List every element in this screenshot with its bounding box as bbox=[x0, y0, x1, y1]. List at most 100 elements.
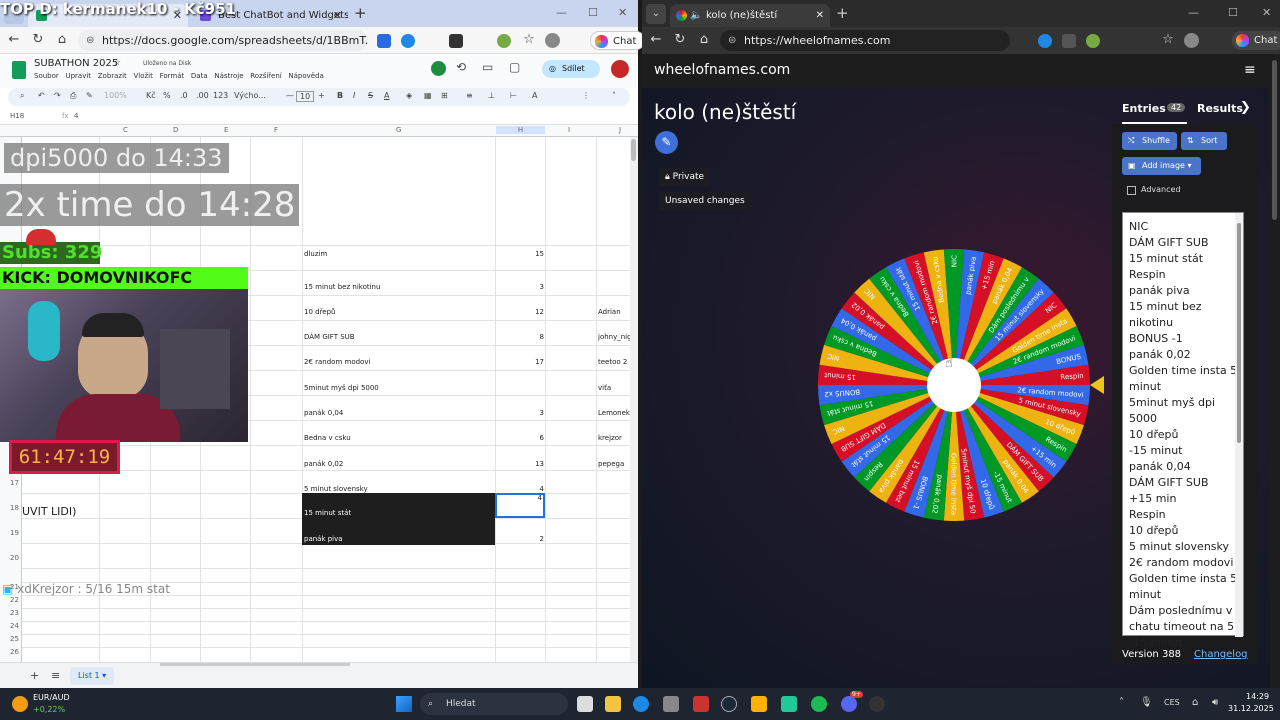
store-icon[interactable] bbox=[663, 696, 679, 712]
cell-j[interactable]: krejzor bbox=[598, 434, 622, 442]
horizontal-align-icon[interactable]: ≡ bbox=[466, 91, 473, 100]
cell-h[interactable]: 3 bbox=[500, 283, 544, 291]
cell-g[interactable]: 15 minut stát bbox=[304, 509, 351, 517]
entry-line[interactable]: Dám poslednímu v bbox=[1123, 603, 1243, 619]
app-icon[interactable] bbox=[781, 696, 797, 712]
private-badge[interactable]: 🔒︎ Private bbox=[659, 168, 711, 186]
tab-actions-icon[interactable]: ⌄ bbox=[646, 4, 666, 24]
home-icon[interactable]: ⌂ bbox=[54, 32, 70, 48]
menu-item[interactable]: Nápověda bbox=[288, 72, 323, 80]
history-icon[interactable]: ⟲ bbox=[456, 60, 466, 74]
cell-h[interactable]: 4 bbox=[500, 485, 544, 493]
more-formats-icon[interactable]: 123 bbox=[213, 91, 228, 100]
cell-g[interactable]: panák piva bbox=[304, 535, 343, 543]
row-number[interactable]: 24 bbox=[10, 622, 19, 630]
cell-g[interactable]: panák 0,02 bbox=[304, 460, 343, 468]
cell-h[interactable]: 8 bbox=[500, 333, 544, 341]
text-rotate-icon[interactable]: A bbox=[532, 91, 537, 100]
back-icon[interactable]: ← bbox=[6, 32, 22, 48]
new-tab-button[interactable]: + bbox=[354, 4, 367, 22]
fill-color-icon[interactable]: ◈ bbox=[406, 91, 412, 100]
cell-h[interactable]: 2 bbox=[500, 535, 544, 543]
page-scrollbar[interactable] bbox=[1270, 54, 1280, 688]
entry-line[interactable]: 2€ random modovi bbox=[1123, 555, 1243, 571]
menu-item[interactable]: Formát bbox=[160, 72, 185, 80]
cell-g[interactable]: 5 minut slovensky bbox=[304, 485, 368, 493]
formula-input[interactable]: 4 bbox=[74, 112, 78, 120]
comment-icon[interactable]: ▭ bbox=[482, 60, 493, 74]
menu-item[interactable]: Upravit bbox=[65, 72, 91, 80]
cell-j[interactable]: teetoo 2 bbox=[598, 358, 627, 366]
entries-textarea[interactable]: NIC DÁM GIFT SUB 15 minut stát Respin panák … bbox=[1122, 212, 1244, 649]
entry-line[interactable]: panák 0,02 bbox=[1123, 347, 1243, 363]
entry-line[interactable]: nikotinu bbox=[1123, 315, 1243, 331]
video-call-icon[interactable]: ▢ bbox=[509, 60, 520, 74]
start-icon[interactable] bbox=[396, 696, 412, 712]
file-explorer-icon[interactable] bbox=[605, 696, 621, 712]
undo-icon[interactable]: ↶ bbox=[38, 91, 45, 100]
extension-icon[interactable] bbox=[1062, 34, 1076, 48]
cell-g[interactable]: DÁM GIFT SUB bbox=[304, 333, 355, 341]
all-sheets-icon[interactable]: ≡ bbox=[51, 669, 60, 682]
site-logo[interactable]: wheelofnames.com bbox=[654, 62, 790, 78]
cell-g[interactable]: panák 0,04 bbox=[304, 409, 343, 417]
hamburger-menu-icon[interactable]: ≡ bbox=[1244, 62, 1256, 78]
maximize-button[interactable]: ☐ bbox=[588, 6, 598, 19]
spinning-wheel[interactable]: 2€ random modovi5 minut slovensky10 dřep… bbox=[817, 248, 1091, 522]
column-header[interactable]: E bbox=[224, 126, 228, 134]
minimize-button[interactable]: — bbox=[1188, 6, 1199, 19]
vertical-align-icon[interactable]: ⊥ bbox=[488, 91, 495, 100]
entry-line[interactable]: 5minut myš dpi 5000 bbox=[1123, 395, 1243, 427]
cell-h[interactable]: 15 bbox=[500, 250, 544, 258]
more-icon[interactable]: ⋮ bbox=[582, 91, 590, 100]
row-number[interactable]: 18 bbox=[10, 504, 19, 512]
share-button[interactable]: ◎ Sdílet bbox=[542, 60, 600, 78]
add-image-button[interactable]: ▣ Add image ▾ bbox=[1122, 157, 1201, 175]
search-menus-icon[interactable]: ⌕ bbox=[20, 91, 24, 101]
entry-line[interactable]: BONUS -1 bbox=[1123, 331, 1243, 347]
entry-line[interactable]: 15 minut bez bbox=[1123, 299, 1243, 315]
collapse-panel-icon[interactable]: ❯ bbox=[1240, 100, 1251, 115]
entry-line[interactable]: minut bbox=[1123, 587, 1243, 603]
sheet-tab[interactable]: List 1 ▾ bbox=[70, 667, 115, 685]
entry-line[interactable]: +15 min bbox=[1123, 491, 1243, 507]
column-header[interactable]: G bbox=[396, 126, 401, 134]
edit-title-icon[interactable]: ✎ bbox=[655, 131, 678, 154]
entry-line[interactable]: Respin bbox=[1123, 267, 1243, 283]
font-size-field[interactable]: 10 bbox=[296, 91, 315, 102]
text-wrap-icon[interactable]: ⊢ bbox=[510, 91, 517, 100]
menu-item[interactable]: Soubor bbox=[34, 72, 59, 80]
print-icon[interactable]: ⎙ bbox=[70, 91, 76, 101]
copilot-chat-button[interactable]: Chat bbox=[590, 31, 646, 50]
sheets-logo-icon[interactable] bbox=[12, 61, 26, 79]
cell-text[interactable]: UVIT LIDI) bbox=[22, 505, 76, 518]
spotify-icon[interactable] bbox=[811, 696, 827, 712]
entry-line[interactable]: panák piva bbox=[1123, 283, 1243, 299]
obs-icon[interactable] bbox=[869, 696, 885, 712]
cell-h[interactable]: 13 bbox=[500, 460, 544, 468]
task-view-icon[interactable] bbox=[577, 696, 593, 712]
entry-line[interactable]: NIC bbox=[1123, 219, 1243, 235]
entry-line[interactable]: 5 minut slovensky bbox=[1123, 539, 1243, 555]
changelog-link[interactable]: Changelog bbox=[1194, 649, 1248, 660]
cell-g[interactable]: Bedna v csku bbox=[304, 434, 351, 442]
entry-line[interactable]: 15 minut stát bbox=[1123, 251, 1243, 267]
extension-icon[interactable] bbox=[1038, 34, 1052, 48]
user-avatar[interactable] bbox=[611, 60, 629, 78]
row-number[interactable]: 26 bbox=[10, 648, 19, 656]
entry-line[interactable]: Golden time insta 5 bbox=[1123, 363, 1243, 379]
cell-h[interactable]: 4 bbox=[498, 494, 542, 502]
microphone-icon[interactable]: 🎙︎ bbox=[1140, 697, 1153, 708]
maximize-button[interactable]: ☐ bbox=[1228, 6, 1238, 19]
home-icon[interactable]: ⌂ bbox=[696, 32, 712, 48]
left-url-field[interactable]: ⊜ https://docs.google.com/spreadsheets/d/… bbox=[78, 30, 368, 51]
row-number[interactable]: 20 bbox=[10, 554, 19, 562]
star-icon[interactable]: ☆ bbox=[113, 58, 121, 68]
horizontal-scrollbar[interactable] bbox=[160, 663, 350, 666]
cell-h[interactable]: 3 bbox=[500, 409, 544, 417]
doc-title[interactable]: SUBATHON 2025 bbox=[34, 58, 118, 69]
close-window-button[interactable]: ✕ bbox=[618, 6, 627, 19]
entry-line[interactable]: 10 dřepů bbox=[1123, 427, 1243, 443]
entry-line[interactable]: Golden time insta 5 bbox=[1123, 571, 1243, 587]
shuffle-button[interactable]: ⤭ Shuffle bbox=[1122, 132, 1177, 150]
